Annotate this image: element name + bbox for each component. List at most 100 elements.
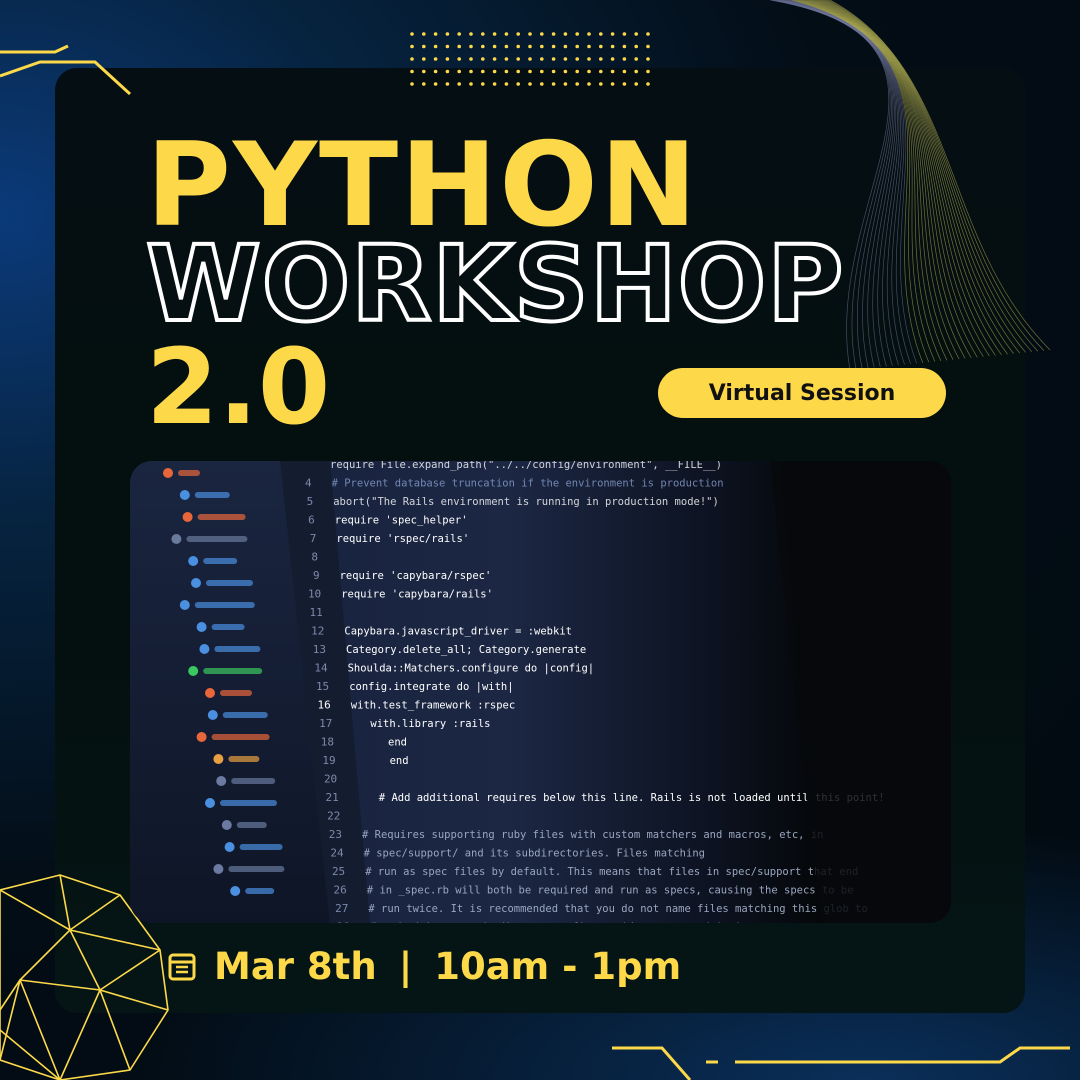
code-line-number: 15 bbox=[316, 680, 329, 693]
dot bbox=[481, 57, 485, 61]
code-line-number: 10 bbox=[308, 588, 321, 601]
dot bbox=[433, 69, 438, 74]
file-tree-icon bbox=[216, 776, 227, 786]
dot bbox=[622, 44, 627, 49]
file-tree-label bbox=[220, 800, 277, 806]
file-tree-icon bbox=[213, 754, 224, 764]
event-separator: | bbox=[398, 944, 413, 988]
dot bbox=[599, 32, 603, 36]
file-tree-icon bbox=[188, 556, 199, 566]
title-workshop: WORKSHOP bbox=[144, 223, 845, 345]
code-screen-photo: require File.expand_path("../../config/e… bbox=[130, 461, 951, 923]
file-tree-label bbox=[211, 624, 245, 630]
dot bbox=[528, 57, 532, 61]
file-tree-label bbox=[236, 822, 267, 828]
dot bbox=[528, 32, 532, 36]
virtual-session-badge: Virtual Session bbox=[658, 368, 946, 418]
code-line-number: 26 bbox=[334, 884, 347, 897]
file-tree-icon bbox=[171, 534, 182, 544]
dot bbox=[634, 57, 638, 61]
wave-line bbox=[820, 0, 1020, 354]
dot bbox=[528, 69, 532, 74]
file-tree-label bbox=[178, 470, 200, 476]
code-line-text: with.library :rails bbox=[370, 718, 490, 730]
dot bbox=[551, 44, 556, 49]
file-tree-label bbox=[245, 888, 275, 894]
dot bbox=[540, 44, 544, 49]
code-line-number: 11 bbox=[310, 606, 323, 619]
dot bbox=[410, 82, 414, 86]
calendar-icon bbox=[168, 953, 196, 981]
code-editor-illustration: require File.expand_path("../../config/e… bbox=[130, 461, 951, 923]
dot bbox=[445, 57, 450, 61]
dot bbox=[422, 44, 426, 49]
dot bbox=[634, 69, 638, 74]
dot bbox=[492, 44, 497, 49]
dot bbox=[622, 82, 627, 86]
file-tree-icon bbox=[213, 864, 224, 874]
dot bbox=[504, 69, 509, 74]
dot bbox=[469, 44, 473, 49]
dot bbox=[457, 44, 461, 49]
event-date: Mar 8th bbox=[214, 944, 377, 988]
code-line-text: # Requires supporting ruby files with cu… bbox=[362, 829, 823, 841]
code-line-text: # in _spec.rb will both be required and … bbox=[367, 885, 854, 897]
code-line-number: 4 bbox=[305, 477, 312, 490]
file-tree-icon bbox=[191, 578, 201, 588]
code-line-text: require 'capybara/rails' bbox=[341, 589, 493, 601]
file-tree-label bbox=[231, 778, 276, 784]
code-line-text: Category.delete_all; Category.generate bbox=[346, 644, 586, 656]
dot bbox=[575, 57, 579, 61]
code-line-number: 27 bbox=[335, 902, 348, 915]
dot bbox=[634, 82, 638, 86]
code-line-text: end bbox=[390, 755, 409, 767]
dot bbox=[634, 44, 638, 49]
dot bbox=[540, 32, 544, 36]
code-line-number: 19 bbox=[322, 754, 335, 767]
dot bbox=[492, 82, 497, 86]
dot bbox=[504, 57, 509, 61]
dot bbox=[457, 32, 461, 36]
dot bbox=[481, 82, 485, 86]
dot bbox=[646, 57, 650, 61]
dot bbox=[575, 44, 579, 49]
dot bbox=[563, 82, 568, 86]
code-line-text: require 'rspec/rails' bbox=[336, 533, 469, 545]
dot bbox=[575, 32, 579, 36]
dot bbox=[540, 82, 544, 86]
file-tree-icon bbox=[188, 666, 199, 676]
dot bbox=[563, 69, 568, 74]
file-tree-label bbox=[194, 492, 230, 498]
dot bbox=[563, 57, 568, 61]
code-line-number: 17 bbox=[319, 717, 332, 730]
dot bbox=[540, 69, 544, 74]
dot bbox=[610, 82, 615, 86]
dot bbox=[646, 44, 650, 49]
dot bbox=[551, 32, 556, 36]
dot bbox=[457, 57, 461, 61]
dot bbox=[492, 69, 497, 74]
code-line-number: 21 bbox=[326, 791, 339, 804]
dot bbox=[492, 32, 497, 36]
file-tree-icon bbox=[196, 622, 207, 632]
file-tree-label bbox=[194, 602, 255, 608]
dot bbox=[516, 57, 520, 61]
dot bbox=[457, 69, 461, 74]
dot bbox=[516, 44, 520, 49]
code-line-number: 12 bbox=[311, 625, 324, 638]
dot bbox=[610, 57, 615, 61]
dot bbox=[469, 32, 473, 36]
dot bbox=[634, 32, 638, 36]
dot bbox=[516, 32, 520, 36]
code-line-number: 7 bbox=[310, 532, 317, 545]
dot bbox=[433, 82, 438, 86]
code-line-number: 22 bbox=[327, 810, 340, 823]
dot bbox=[445, 32, 450, 36]
dot bbox=[528, 44, 532, 49]
code-line-number: 5 bbox=[307, 495, 314, 508]
code-line-text: config.integrate do |with| bbox=[349, 681, 513, 693]
file-tree-label bbox=[239, 844, 283, 850]
event-details: Mar 8th | 10am - 1pm bbox=[168, 938, 681, 994]
file-tree-icon bbox=[182, 512, 193, 522]
dot bbox=[587, 32, 591, 36]
